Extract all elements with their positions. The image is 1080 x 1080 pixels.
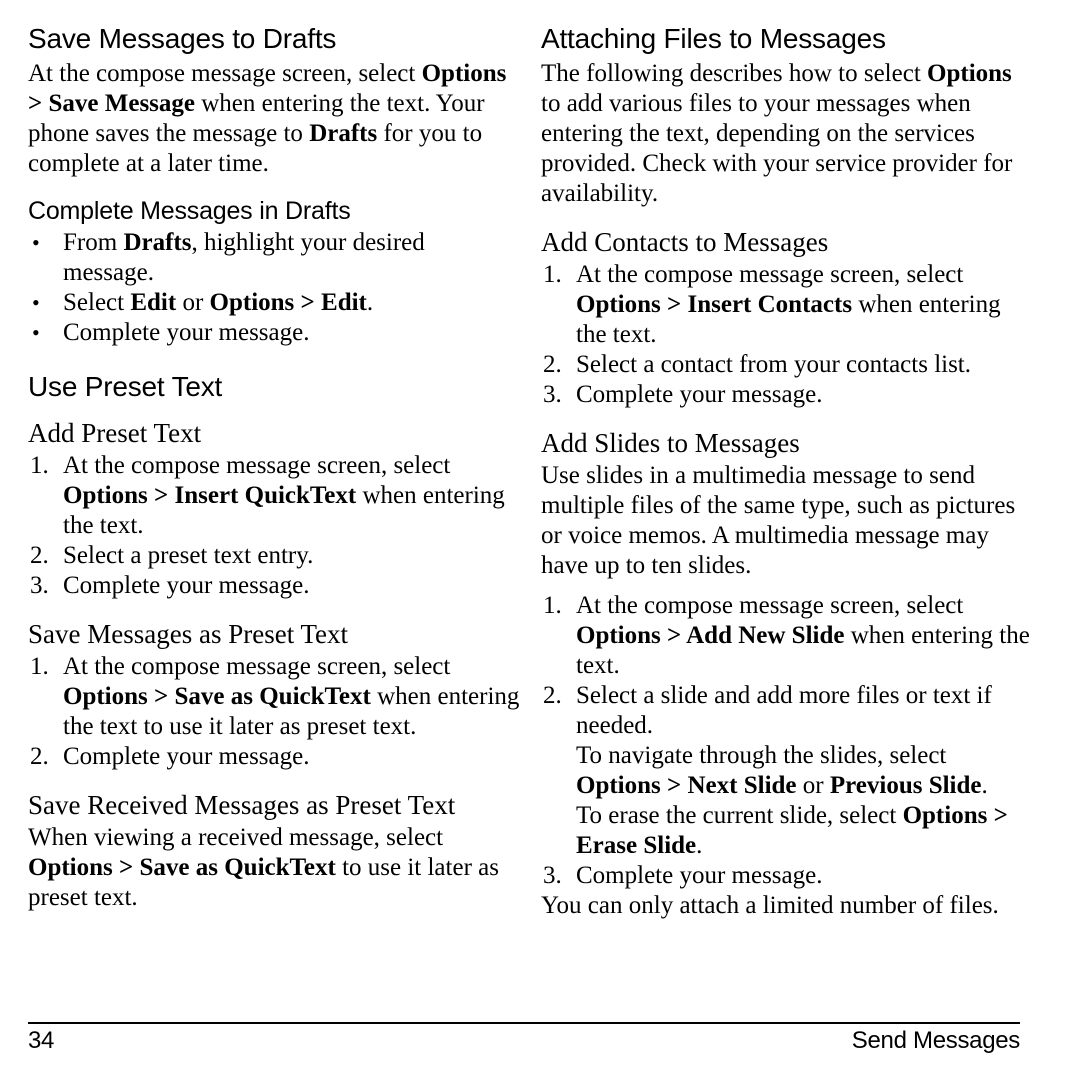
text-segment: At the compose message screen, select (576, 592, 964, 619)
list-item: 2. Select a slide and add more files or … (541, 681, 1033, 861)
step-number: 1. (543, 592, 562, 619)
step-number: 1. (543, 261, 562, 288)
heading-save-messages-as-preset-text: Save Messages as Preset Text (28, 619, 349, 649)
list-add-contacts-to-messages: 1. At the compose message screen, select… (541, 260, 1033, 410)
ui-path-options-save-as-quicktext: Options > Save as QuickText (28, 854, 336, 881)
list-item: 1. At the compose message screen, select… (541, 260, 1033, 350)
text-segment: The following describes how to select (541, 60, 928, 87)
bullet-marker: • (32, 320, 40, 345)
paragraph-add-slides: Use slides in a multimedia message to se… (541, 462, 1016, 579)
text-segment: or (176, 289, 210, 316)
text-segment: At the compose message screen, select (63, 653, 451, 680)
footer-section-title: Send Messages (851, 1027, 1021, 1054)
list-item: • Complete your message. (28, 318, 520, 348)
heading-add-contacts-to-messages: Add Contacts to Messages (541, 227, 829, 257)
ui-path-options-next-slide: Options > Next Slide (576, 772, 797, 799)
list-add-preset-text: 1. At the compose message screen, select… (28, 451, 520, 601)
text-segment: Complete your message. (63, 743, 310, 770)
heading-add-preset-text: Add Preset Text (28, 418, 202, 448)
ui-term-drafts: Drafts (123, 229, 192, 256)
sub-instruction-navigate: To navigate through the slides, select O… (576, 741, 1033, 801)
ui-path-options-insert-quicktext: Options > Insert QuickText (63, 482, 357, 509)
text-segment: to add various files to your messages wh… (541, 90, 1013, 207)
text-segment: At the compose message screen, select (576, 261, 964, 288)
ui-path-options-save-as-quicktext: Options > Save as QuickText (63, 683, 371, 710)
ui-term-drafts: Drafts (309, 120, 378, 147)
heading-attaching-files-to-messages: Attaching Files to Messages (541, 23, 886, 54)
list-item: 1. At the compose message screen, select… (28, 451, 520, 541)
ui-path-options-edit: Options > Edit (209, 289, 367, 316)
step-number: 2. (543, 351, 562, 378)
list-complete-messages-in-drafts: • From Drafts, highlight your desired me… (28, 228, 520, 348)
text-segment: . (981, 772, 988, 799)
list-item: 3. Complete your message. (541, 380, 1033, 410)
ui-term-edit: Edit (130, 289, 177, 316)
text-segment: From (63, 229, 124, 256)
text-segment: . (366, 289, 374, 316)
step-number: 3. (543, 862, 562, 889)
paragraph-attachment-limit-note: You can only attach a limited number of … (541, 892, 999, 919)
bullet-marker: • (32, 230, 40, 255)
list-item: 1. At the compose message screen, select… (28, 652, 520, 742)
step-number: 2. (543, 682, 562, 709)
text-segment: At the compose message screen, select (63, 452, 451, 479)
text-segment: To navigate through the slides, select (576, 742, 947, 769)
step-number: 3. (30, 572, 49, 599)
text-segment: Select a contact from your contacts list… (576, 351, 972, 378)
list-item: • Select Edit or Options > Edit. (28, 288, 520, 318)
list-item: 2. Select a contact from your contacts l… (541, 350, 1033, 380)
list-item: 2. Complete your message. (28, 742, 520, 772)
text-segment: At the compose message screen, select (28, 60, 422, 87)
text-segment: Complete your message. (63, 319, 310, 346)
heading-save-received-messages-as-preset-text: Save Received Messages as Preset Text (28, 790, 456, 820)
page-number: 34 (28, 1027, 55, 1054)
paragraph-save-messages-to-drafts: At the compose message screen, select Op… (28, 59, 520, 179)
list-item: 1. At the compose message screen, select… (541, 591, 1033, 681)
text-segment: When viewing a received message, select (28, 824, 444, 851)
page-footer: 34 Send Messages (28, 1022, 1020, 1056)
text-segment: . (696, 832, 703, 859)
text-segment: Complete your message. (576, 862, 823, 889)
step-number: 1. (30, 452, 49, 479)
list-item: 3. Complete your message. (541, 861, 1033, 891)
step-number: 1. (30, 653, 49, 680)
step-number: 2. (30, 542, 49, 569)
ui-path-options-insert-contacts: Options > Insert Contacts (576, 291, 853, 318)
left-column: Save Messages to Drafts At the compose m… (28, 22, 520, 913)
ui-path-options: Options > (902, 802, 1008, 829)
heading-save-messages-to-drafts: Save Messages to Drafts (28, 23, 337, 54)
list-item: 2. Select a preset text entry. (28, 541, 520, 571)
ui-term-erase-slide: Erase Slide (576, 832, 697, 859)
paragraph-save-received-messages: When viewing a received message, select … (28, 823, 520, 913)
heading-add-slides-to-messages: Add Slides to Messages (541, 428, 800, 458)
step-number: 2. (30, 743, 49, 770)
text-segment: To erase the current slide, select (576, 802, 903, 829)
sub-instruction-erase: To erase the current slide, select Optio… (576, 801, 1033, 861)
right-column: Attaching Files to Messages The followin… (541, 22, 1033, 921)
manual-page: Save Messages to Drafts At the compose m… (0, 0, 1080, 1080)
ui-path-options-add-new-slide: Options > Add New Slide (576, 622, 845, 649)
paragraph-attaching-files: The following describes how to select Op… (541, 59, 1033, 209)
bullet-marker: • (32, 290, 40, 315)
list-add-slides-to-messages: 1. At the compose message screen, select… (541, 591, 1033, 891)
list-save-messages-as-preset-text: 1. At the compose message screen, select… (28, 652, 520, 772)
heading-complete-messages-in-drafts: Complete Messages in Drafts (28, 197, 351, 225)
ui-term-options: Options (927, 60, 1012, 87)
text-segment: or (796, 772, 830, 799)
text-segment: Select a preset text entry. (63, 542, 314, 569)
list-item: • From Drafts, highlight your desired me… (28, 228, 520, 288)
text-segment: Select (63, 289, 131, 316)
ui-term-previous-slide: Previous Slide (829, 772, 982, 799)
step-number: 3. (543, 381, 562, 408)
heading-use-preset-text: Use Preset Text (28, 371, 223, 402)
text-segment: Select a slide and add more files or tex… (576, 682, 992, 739)
text-segment: Complete your message. (63, 572, 310, 599)
list-item: 3. Complete your message. (28, 571, 520, 601)
text-segment: Complete your message. (576, 381, 823, 408)
